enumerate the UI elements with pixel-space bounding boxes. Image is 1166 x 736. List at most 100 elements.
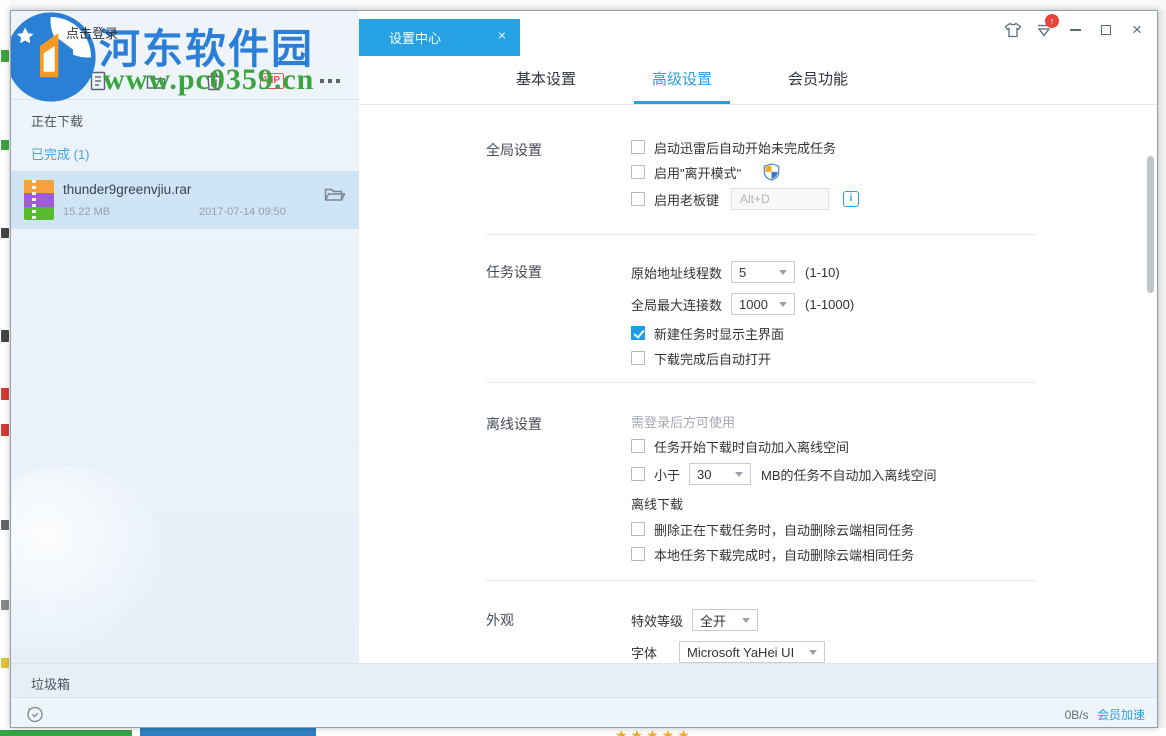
download-file-row[interactable]: thunder9greenvjiu.rar 15.22 MB 2017-07-1…: [11, 171, 359, 229]
minimize-button[interactable]: [1066, 21, 1084, 39]
checkbox-boss-key[interactable]: [631, 192, 645, 206]
boss-key-input[interactable]: [731, 188, 829, 210]
chevron-down-icon: [779, 302, 787, 307]
trash-icon: [204, 70, 224, 92]
tab-member-features[interactable]: 会员功能: [750, 56, 886, 104]
min-size-dropdown[interactable]: 30: [689, 463, 751, 485]
checkbox-min-size-rule[interactable]: [631, 467, 645, 481]
checkbox-delete-cloud-on-delete[interactable]: [631, 522, 645, 536]
open-file-folder-button[interactable]: [323, 185, 345, 208]
open-folder-button[interactable]: [127, 66, 185, 96]
chevron-down-icon: [735, 472, 743, 477]
file-name: thunder9greenvjiu.rar: [63, 182, 191, 197]
new-task-button[interactable]: [11, 66, 69, 96]
member-accelerate-link[interactable]: 会员加速: [1097, 708, 1145, 722]
offline-login-hint: 需登录后方可使用: [631, 413, 1158, 429]
section-task-title: 任务设置: [486, 261, 631, 383]
tab-basic-settings[interactable]: 基本设置: [478, 56, 614, 104]
min-size-suffix: MB的任务不自动加入离线空间: [761, 465, 937, 484]
checkbox-delete-cloud-on-complete-label: 本地任务下载完成时，自动删除云端相同任务: [654, 545, 914, 564]
settings-center-tab[interactable]: 设置中心 ×: [359, 19, 520, 56]
vip-icon: VIP: [260, 73, 284, 89]
effect-level-label: 特效等级: [631, 611, 683, 630]
folder-icon: [145, 71, 167, 91]
settings-tab-title: 设置中心: [389, 28, 441, 47]
vip-button[interactable]: VIP: [243, 66, 301, 96]
close-settings-tab-icon[interactable]: ×: [498, 27, 506, 43]
more-button[interactable]: [301, 66, 359, 96]
checkbox-autostart-tasks[interactable]: [631, 140, 645, 154]
sidebar-item-downloading[interactable]: 正在下载: [31, 111, 83, 130]
alarm-clock-icon: [25, 704, 45, 724]
checkbox-auto-join-offline[interactable]: [631, 439, 645, 453]
font-value: Microsoft YaHei UI: [687, 645, 794, 660]
uac-shield-icon: [763, 163, 780, 181]
effect-level-dropdown[interactable]: 全开: [692, 609, 758, 631]
shirt-icon: [1004, 22, 1022, 38]
document-icon: [88, 70, 108, 92]
skin-bubble-decoration: [11, 466, 166, 663]
maximize-button[interactable]: [1097, 21, 1115, 39]
section-divider: [486, 382, 1036, 383]
checkbox-auto-open-label: 下载完成后自动打开: [654, 349, 771, 368]
section-offline-title: 离线设置: [486, 413, 631, 581]
max-conn-dropdown[interactable]: 1000: [731, 293, 795, 315]
checkbox-auto-join-label: 任务开始下载时自动加入离线空间: [654, 437, 849, 456]
tab-advanced-settings[interactable]: 高级设置: [614, 56, 750, 104]
section-appearance-title: 外观: [486, 609, 631, 663]
info-icon[interactable]: i: [843, 191, 859, 207]
task-list-button[interactable]: [69, 66, 127, 96]
settings-content: 全局设置 启动迅雷后自动开始未完成任务 启用"离开模式": [359, 104, 1158, 663]
chevron-down-icon: [809, 650, 817, 655]
checkbox-delete-cloud-on-complete[interactable]: [631, 547, 645, 561]
maximize-icon: [1101, 25, 1111, 35]
sidebar-item-completed[interactable]: 已完成 (1): [31, 144, 90, 163]
section-divider: [486, 234, 1036, 235]
thunder-app-window: 点击登录: [10, 10, 1158, 728]
new-task-icon: [29, 70, 51, 92]
close-button[interactable]: ×: [1128, 21, 1146, 39]
font-label: 字体: [631, 643, 657, 662]
max-conn-value: 1000: [739, 297, 768, 312]
checkbox-auto-open[interactable]: [631, 351, 645, 365]
checkbox-away-label: 启用"离开模式": [654, 163, 741, 182]
background-green-bar: [0, 730, 132, 736]
login-button[interactable]: 点击登录: [66, 23, 118, 42]
max-conn-range: (1-1000): [805, 297, 854, 312]
thread-count-dropdown[interactable]: 5: [731, 261, 795, 283]
rar-file-icon: [24, 180, 54, 220]
checkbox-away-mode[interactable]: [631, 165, 645, 179]
font-dropdown[interactable]: Microsoft YaHei UI: [679, 641, 825, 663]
settings-panel: 设置中心 × 基本设置 高级设置 会员功能 全局设置 启动迅雷后自动开始未完成任…: [359, 11, 1158, 663]
section-global: 全局设置 启动迅雷后自动开始未完成任务 启用"离开模式": [486, 139, 1158, 235]
chevron-down-icon: [742, 618, 750, 623]
section-appearance: 外观 特效等级 全开 字体 Microsoft YaHei UI: [486, 609, 1158, 663]
more-dots-icon: [320, 79, 340, 83]
toolbar-divider: [11, 99, 359, 100]
background-page-bottom-strip: ★★★★★: [0, 728, 1166, 736]
delete-button[interactable]: [185, 66, 243, 96]
thread-count-value: 5: [739, 265, 746, 280]
thread-count-label: 原始地址线程数: [631, 263, 722, 282]
sidebar-item-trash[interactable]: 垃圾箱: [31, 674, 70, 693]
window-controls: ↑ ×: [1004, 21, 1146, 39]
checkbox-show-main-window[interactable]: [631, 326, 645, 340]
background-page-left-strip: [0, 0, 10, 736]
checkbox-delete-cloud-on-delete-label: 删除正在下载任务时，自动删除云端相同任务: [654, 520, 914, 539]
section-global-title: 全局设置: [486, 139, 631, 235]
checkbox-autostart-label: 启动迅雷后自动开始未完成任务: [654, 138, 836, 157]
background-blue-bar: [140, 728, 316, 736]
background-page-top-strip: [0, 0, 1166, 10]
schedule-button[interactable]: [25, 704, 45, 728]
change-skin-button[interactable]: [1004, 21, 1022, 39]
chevron-down-icon: [779, 270, 787, 275]
effect-level-value: 全开: [700, 611, 726, 630]
settings-scrollbar[interactable]: [1147, 156, 1154, 293]
minimize-icon: [1070, 29, 1081, 31]
download-manager-button[interactable]: ↑: [1035, 21, 1053, 39]
section-offline: 离线设置 需登录后方可使用 任务开始下载时自动加入离线空间 小于 30: [486, 413, 1158, 581]
toolbar: VIP: [11, 63, 359, 99]
min-size-value: 30: [697, 467, 711, 482]
min-size-prefix: 小于: [654, 465, 680, 484]
rating-stars-icon: ★★★★★: [615, 728, 693, 736]
